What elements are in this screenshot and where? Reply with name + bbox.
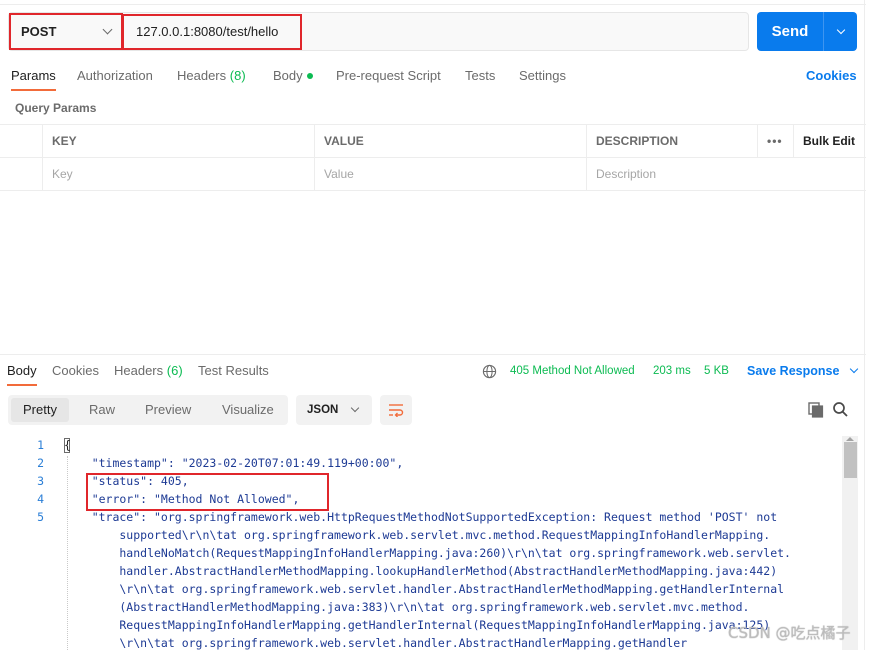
- url-input[interactable]: 127.0.0.1:8080/test/hello: [122, 13, 302, 50]
- table-row: Key Value Description: [0, 158, 866, 191]
- wrap-lines-button[interactable]: [380, 395, 412, 425]
- code-line: handler.AbstractHandlerMethodMapping.loo…: [64, 564, 778, 578]
- preview-button[interactable]: Preview: [133, 398, 203, 422]
- tab-label: Settings: [519, 68, 566, 83]
- code-line: (AbstractHandlerMethodMapping.java:383)\…: [64, 600, 750, 614]
- tab-settings[interactable]: Settings: [519, 63, 566, 91]
- tab-label: Headers: [177, 68, 227, 83]
- panel-edge: [864, 0, 865, 650]
- line-number: 4: [37, 492, 44, 506]
- cookies-link[interactable]: Cookies: [806, 63, 857, 91]
- highlight-box: [86, 473, 329, 511]
- chevron-down-icon: [836, 25, 845, 34]
- format-label: JSON: [307, 404, 339, 416]
- tab-label: Cookies: [52, 363, 99, 378]
- status-code[interactable]: 405 Method Not Allowed: [510, 360, 635, 384]
- key-input[interactable]: Key: [42, 158, 314, 191]
- response-divider: [0, 354, 866, 355]
- body-indicator-dot: [306, 73, 313, 79]
- code-line: {: [64, 438, 71, 452]
- copy-icon[interactable]: [808, 402, 824, 418]
- line-number: 1: [37, 438, 44, 452]
- code-line: RequestMappingInfoHandlerMapping.getHand…: [64, 618, 771, 632]
- response-body-viewer[interactable]: 1 { 2 "timestamp": "2023-02-20T07:01:49.…: [0, 436, 858, 650]
- response-headers-count: (6): [166, 363, 183, 378]
- save-response-button[interactable]: Save Response: [747, 360, 859, 384]
- tab-label: Pre-request Script: [336, 68, 441, 83]
- tab-label: Body: [273, 68, 303, 83]
- chevron-down-icon: [102, 24, 113, 35]
- tab-tests[interactable]: Tests: [465, 63, 495, 91]
- tab-response-cookies[interactable]: Cookies: [52, 360, 99, 386]
- tab-test-results[interactable]: Test Results: [198, 360, 269, 386]
- view-mode-toggle: Pretty Raw Preview Visualize: [8, 395, 288, 425]
- query-params-table: KEY VALUE DESCRIPTION ••• Bulk Edit Key …: [0, 124, 866, 191]
- tab-response-body[interactable]: Body: [7, 360, 37, 386]
- code-line: "timestamp": "2023-02-20T07:01:49.119+00…: [64, 456, 404, 470]
- column-description: DESCRIPTION: [586, 125, 757, 158]
- tab-body[interactable]: Body: [273, 63, 313, 91]
- value-input[interactable]: Value: [314, 158, 586, 191]
- chevron-down-icon: [350, 403, 360, 413]
- bulk-edit-button[interactable]: Bulk Edit: [793, 125, 866, 158]
- tab-label: Tests: [465, 68, 496, 83]
- url-text: 127.0.0.1:8080/test/hello: [136, 24, 279, 39]
- more-options-button[interactable]: •••: [757, 125, 793, 158]
- code-line: handleNoMatch(RequestMappingInfoHandlerM…: [64, 546, 791, 560]
- pretty-button[interactable]: Pretty: [11, 398, 69, 422]
- tab-label: Authorization: [77, 68, 153, 83]
- response-size[interactable]: 5 KB: [704, 360, 729, 384]
- code-line: supported\r\n\tat org.springframework.we…: [64, 528, 771, 542]
- code-line: \r\n\tat org.springframework.web.servlet…: [64, 582, 785, 596]
- tab-label: Test Results: [198, 363, 269, 378]
- tab-label: Headers: [114, 363, 164, 378]
- tab-response-headers[interactable]: Headers (6): [114, 360, 183, 386]
- globe-icon[interactable]: [482, 364, 497, 379]
- tab-params[interactable]: Params: [11, 63, 56, 91]
- response-time[interactable]: 203 ms: [653, 360, 691, 384]
- column-value: VALUE: [314, 125, 586, 158]
- tab-label: Params: [11, 68, 56, 83]
- search-icon[interactable]: [832, 401, 849, 418]
- send-button[interactable]: Send: [757, 12, 824, 51]
- scroll-up-arrow-icon[interactable]: [846, 437, 854, 441]
- tab-authorization[interactable]: Authorization: [77, 63, 153, 91]
- chevron-down-icon: [849, 364, 859, 374]
- line-number: 5: [37, 510, 44, 524]
- response-tabs: Body Cookies Headers (6) Test Results 40…: [0, 360, 866, 388]
- tab-label: Body: [7, 363, 37, 378]
- request-bar: POST 127.0.0.1:8080/test/hello: [8, 12, 749, 51]
- table-header-row: KEY VALUE DESCRIPTION ••• Bulk Edit: [0, 125, 866, 158]
- query-params-title: Query Params: [15, 101, 97, 115]
- line-number: 2: [37, 456, 44, 470]
- format-select[interactable]: JSON: [296, 395, 372, 425]
- watermark-text: CSDN @吃点橘子: [728, 624, 851, 642]
- visualize-button[interactable]: Visualize: [210, 398, 286, 422]
- headers-count: (8): [229, 68, 246, 83]
- method-select[interactable]: POST: [9, 13, 123, 50]
- request-tabs: Params Authorization Headers (8) Body Pr…: [0, 63, 866, 93]
- watermark: CSDN @吃点橘子: [728, 622, 851, 643]
- line-number: 3: [37, 474, 44, 488]
- send-options-button[interactable]: [824, 12, 857, 51]
- tab-pre-request-script[interactable]: Pre-request Script: [336, 63, 441, 91]
- column-key: KEY: [42, 125, 314, 158]
- scrollbar-thumb[interactable]: [844, 442, 857, 478]
- send-button-group: Send: [757, 12, 857, 51]
- method-label: POST: [21, 24, 57, 39]
- raw-button[interactable]: Raw: [77, 398, 127, 422]
- wrap-icon: [389, 404, 404, 417]
- top-border: [0, 4, 866, 5]
- save-response-label: Save Response: [747, 364, 840, 378]
- tab-headers[interactable]: Headers (8): [177, 63, 246, 91]
- description-input[interactable]: Description: [586, 158, 866, 191]
- code-line: \r\n\tat org.springframework.web.servlet…: [64, 636, 688, 650]
